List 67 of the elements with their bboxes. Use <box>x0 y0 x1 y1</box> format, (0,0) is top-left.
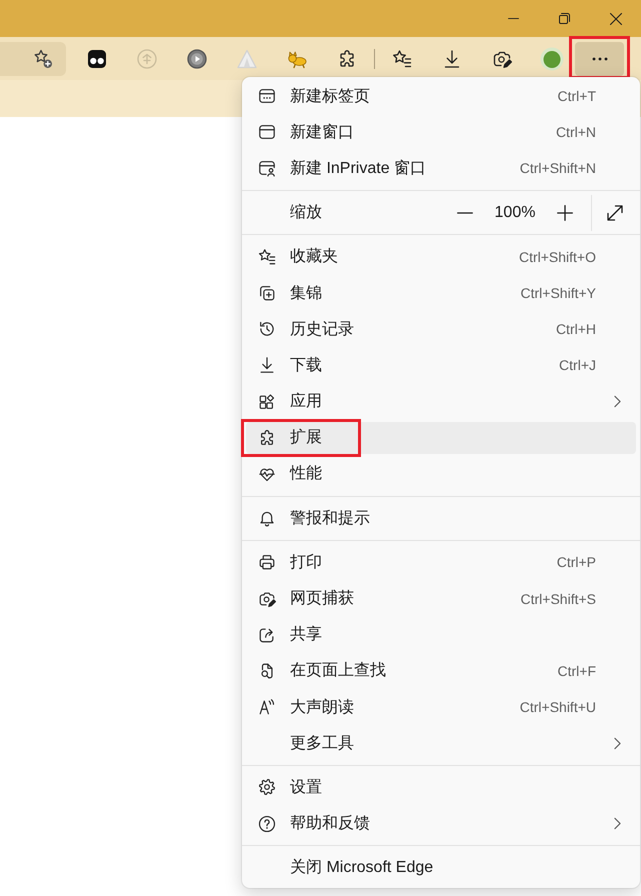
private-window-icon <box>258 159 276 178</box>
menu-item[interactable]: 在页面上查找 Ctrl+F <box>246 654 636 687</box>
avatar-icon[interactable] <box>540 46 564 70</box>
read-aloud-icon <box>258 698 276 716</box>
printer-icon <box>258 553 276 572</box>
cat-icon[interactable] <box>287 48 307 68</box>
settings-icon <box>258 778 276 796</box>
menu-item[interactable]: 历史记录 Ctrl+H <box>246 313 636 346</box>
shortcut-text: Ctrl+Shift+N <box>520 160 596 176</box>
menu-item[interactable]: 性能 <box>246 458 636 490</box>
apps-icon <box>258 392 276 411</box>
close-icon <box>610 12 622 24</box>
menu-item[interactable]: 大声朗读 Ctrl+Shift+U <box>246 691 636 724</box>
shortcut-text: Ctrl+Shift+S <box>520 590 596 607</box>
shortcut-text: Ctrl+T <box>558 88 596 104</box>
shortcut-text: Ctrl+P <box>556 554 596 570</box>
zoom-label: 缩放 <box>290 202 322 224</box>
minimize-icon <box>508 18 519 20</box>
shortcut-text: Ctrl+J <box>559 357 596 374</box>
shortcut-text: Ctrl+H <box>556 321 596 338</box>
star-plus-icon[interactable] <box>33 48 53 68</box>
download-icon <box>258 356 276 374</box>
collections-icon <box>258 284 276 302</box>
bell-icon <box>258 509 276 528</box>
menu-item[interactable]: 打印 Ctrl+P <box>246 546 636 578</box>
menu-item[interactable]: 网页捕获 Ctrl+Shift+S <box>246 582 636 615</box>
menu-item[interactable]: 警报和提示 <box>246 502 636 534</box>
zoom-out-icon[interactable] <box>457 212 473 214</box>
menu-item[interactable]: 设置 <box>246 771 636 804</box>
tab-icon <box>258 87 276 106</box>
shortcut-text: Ctrl+F <box>558 662 596 679</box>
more-icon <box>592 56 608 60</box>
share-icon <box>258 626 276 644</box>
menu-item[interactable]: 关闭 Microsoft Edge <box>246 852 636 884</box>
camera-pen-icon <box>258 590 276 608</box>
star-list-icon[interactable] <box>392 48 412 68</box>
menu-item[interactable]: 新建窗口 Ctrl+N <box>246 116 636 148</box>
menu-item[interactable]: 下载 Ctrl+J <box>246 349 636 382</box>
two-dots-tile-icon[interactable] <box>87 48 107 68</box>
restore-icon <box>559 13 570 24</box>
menu-item[interactable]: 新建 InPrivate 窗口 Ctrl+Shift+N <box>246 152 636 185</box>
star-list-icon <box>258 248 276 266</box>
history-icon <box>258 320 276 338</box>
shortcut-text: Ctrl+Shift+O <box>518 248 596 265</box>
menu-item[interactable]: 更多工具 <box>246 727 636 760</box>
chevron-icon <box>614 736 620 750</box>
menu-item[interactable]: 帮助和反馈 <box>246 808 636 840</box>
chevron-icon <box>614 395 620 408</box>
address-field[interactable] <box>0 42 66 76</box>
menu-item[interactable]: 共享 <box>246 618 636 651</box>
shortcut-text: Ctrl+Shift+U <box>520 699 596 716</box>
menu-item[interactable]: 新建标签页 Ctrl+T <box>246 80 636 112</box>
menu-item[interactable]: 收藏夹 Ctrl+Shift+O <box>246 240 636 273</box>
zoom-in-icon[interactable] <box>557 204 573 221</box>
download-icon[interactable] <box>442 48 462 68</box>
shortcut-text: Ctrl+Shift+Y <box>520 285 596 302</box>
fullscreen-icon[interactable] <box>606 204 624 222</box>
chevron-icon <box>614 817 620 830</box>
play-disc-icon[interactable] <box>187 48 207 68</box>
menu-item[interactable]: 应用 <box>246 386 636 418</box>
shortcut-text: Ctrl+N <box>556 124 596 140</box>
menu-item[interactable]: 扩展 <box>246 422 636 454</box>
menu-item[interactable]: 集锦 Ctrl+Shift+Y <box>246 276 636 310</box>
puzzle-icon <box>258 428 276 447</box>
zoom-value: 100% <box>494 204 536 222</box>
window-icon <box>258 123 276 142</box>
help-icon <box>258 814 276 833</box>
